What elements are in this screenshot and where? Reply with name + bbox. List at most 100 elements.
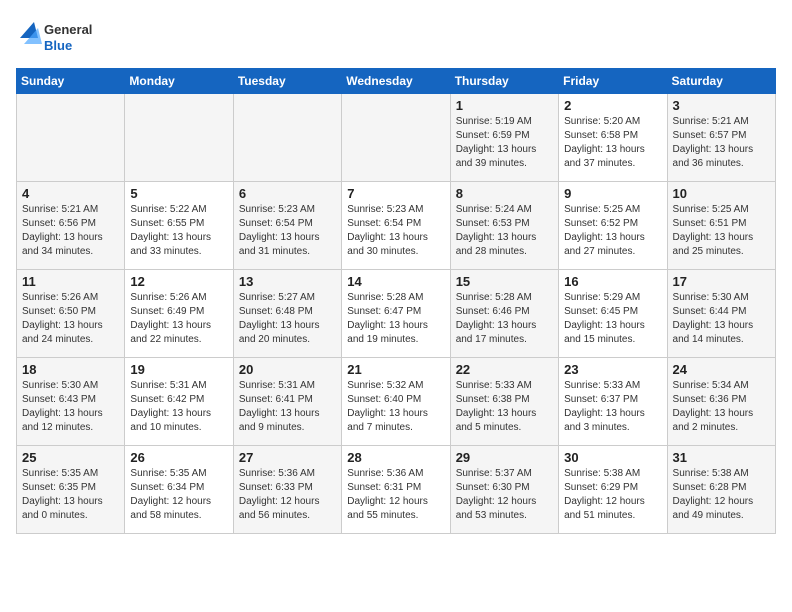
- day-content: Sunrise: 5:36 AM Sunset: 6:31 PM Dayligh…: [347, 467, 444, 523]
- day-content: Sunrise: 5:21 AM Sunset: 6:56 PM Dayligh…: [22, 203, 119, 259]
- day-number: 6: [239, 186, 336, 201]
- day-content: Sunrise: 5:26 AM Sunset: 6:50 PM Dayligh…: [22, 291, 119, 347]
- day-content: Sunrise: 5:25 AM Sunset: 6:51 PM Dayligh…: [673, 203, 770, 259]
- day-number: 17: [673, 274, 770, 289]
- day-content: Sunrise: 5:29 AM Sunset: 6:45 PM Dayligh…: [564, 291, 661, 347]
- calendar-cell: 18 Sunrise: 5:30 AM Sunset: 6:43 PM Dayli…: [17, 358, 125, 446]
- day-content: Sunrise: 5:36 AM Sunset: 6:33 PM Dayligh…: [239, 467, 336, 523]
- day-number: 31: [673, 450, 770, 465]
- calendar-cell: 5 Sunrise: 5:22 AM Sunset: 6:55 PM Daylig…: [125, 182, 233, 270]
- day-number: 3: [673, 98, 770, 113]
- calendar-cell: 9 Sunrise: 5:25 AM Sunset: 6:52 PM Daylig…: [559, 182, 667, 270]
- day-number: 27: [239, 450, 336, 465]
- day-content: Sunrise: 5:37 AM Sunset: 6:30 PM Dayligh…: [456, 467, 553, 523]
- calendar-cell: 23Sunrise: 5:33 AM Sunset: 6:37 PM Dayli…: [559, 358, 667, 446]
- calendar-cell: 1Sunrise: 5:19 AM Sunset: 6:59 PM Daylig…: [450, 94, 558, 182]
- calendar-cell: 29 Sunrise: 5:37 AM Sunset: 6:30 PM Dayli…: [450, 446, 558, 534]
- calendar-cell: 17 Sunrise: 5:30 AM Sunset: 6:44 PM Dayli…: [667, 270, 775, 358]
- day-number: 2: [564, 98, 661, 113]
- day-content: Sunrise: 5:31 AM Sunset: 6:41 PM Dayligh…: [239, 379, 336, 435]
- column-header-saturday: Saturday: [667, 69, 775, 94]
- calendar-cell: 20 Sunrise: 5:31 AM Sunset: 6:41 PM Dayli…: [233, 358, 341, 446]
- day-content: Sunrise: 5:32 AM Sunset: 6:40 PM Dayligh…: [347, 379, 444, 435]
- calendar-cell: 30Sunrise: 5:38 AM Sunset: 6:29 PM Dayli…: [559, 446, 667, 534]
- column-header-thursday: Thursday: [450, 69, 558, 94]
- calendar-cell: 10 Sunrise: 5:25 AM Sunset: 6:51 PM Dayli…: [667, 182, 775, 270]
- day-number: 22: [456, 362, 553, 377]
- day-content: Sunrise: 5:21 AM Sunset: 6:57 PM Dayligh…: [673, 115, 770, 171]
- day-number: 29: [456, 450, 553, 465]
- calendar-cell: 2 Sunrise: 5:20 AM Sunset: 6:58 PM Daylig…: [559, 94, 667, 182]
- day-number: 7: [347, 186, 444, 201]
- calendar-cell: 27 Sunrise: 5:36 AM Sunset: 6:33 PM Dayli…: [233, 446, 341, 534]
- calendar-cell: 21 Sunrise: 5:32 AM Sunset: 6:40 PM Dayli…: [342, 358, 450, 446]
- day-content: Sunrise: 5:28 AM Sunset: 6:46 PM Dayligh…: [456, 291, 553, 347]
- calendar-cell: 28 Sunrise: 5:36 AM Sunset: 6:31 PM Dayli…: [342, 446, 450, 534]
- calendar-cell: 6Sunrise: 5:23 AM Sunset: 6:54 PM Daylig…: [233, 182, 341, 270]
- calendar-week-5: 25Sunrise: 5:35 AM Sunset: 6:35 PM Dayli…: [17, 446, 776, 534]
- svg-text:General: General: [44, 22, 92, 37]
- calendar-cell: 8 Sunrise: 5:24 AM Sunset: 6:53 PM Daylig…: [450, 182, 558, 270]
- day-content: Sunrise: 5:28 AM Sunset: 6:47 PM Dayligh…: [347, 291, 444, 347]
- day-content: Sunrise: 5:27 AM Sunset: 6:48 PM Dayligh…: [239, 291, 336, 347]
- calendar-week-2: 4 Sunrise: 5:21 AM Sunset: 6:56 PM Daylig…: [17, 182, 776, 270]
- day-content: Sunrise: 5:20 AM Sunset: 6:58 PM Dayligh…: [564, 115, 661, 171]
- header-row: SundayMondayTuesdayWednesdayThursdayFrid…: [17, 69, 776, 94]
- day-content: Sunrise: 5:33 AM Sunset: 6:38 PM Dayligh…: [456, 379, 553, 435]
- logo-svg: General Blue: [16, 16, 116, 60]
- calendar-cell: 13 Sunrise: 5:27 AM Sunset: 6:48 PM Dayli…: [233, 270, 341, 358]
- calendar-cell: [17, 94, 125, 182]
- day-number: 11: [22, 274, 119, 289]
- calendar-cell: [342, 94, 450, 182]
- day-content: Sunrise: 5:34 AM Sunset: 6:36 PM Dayligh…: [673, 379, 770, 435]
- calendar-week-1: 1Sunrise: 5:19 AM Sunset: 6:59 PM Daylig…: [17, 94, 776, 182]
- day-number: 16: [564, 274, 661, 289]
- day-number: 9: [564, 186, 661, 201]
- day-content: Sunrise: 5:38 AM Sunset: 6:28 PM Dayligh…: [673, 467, 770, 523]
- day-number: 26: [130, 450, 227, 465]
- calendar-cell: 31 Sunrise: 5:38 AM Sunset: 6:28 PM Dayli…: [667, 446, 775, 534]
- calendar-cell: 14Sunrise: 5:28 AM Sunset: 6:47 PM Dayli…: [342, 270, 450, 358]
- day-content: Sunrise: 5:35 AM Sunset: 6:34 PM Dayligh…: [130, 467, 227, 523]
- day-content: Sunrise: 5:30 AM Sunset: 6:43 PM Dayligh…: [22, 379, 119, 435]
- day-number: 5: [130, 186, 227, 201]
- calendar-cell: 19Sunrise: 5:31 AM Sunset: 6:42 PM Dayli…: [125, 358, 233, 446]
- calendar-cell: [125, 94, 233, 182]
- day-number: 18: [22, 362, 119, 377]
- day-number: 8: [456, 186, 553, 201]
- calendar-cell: 25Sunrise: 5:35 AM Sunset: 6:35 PM Dayli…: [17, 446, 125, 534]
- day-content: Sunrise: 5:24 AM Sunset: 6:53 PM Dayligh…: [456, 203, 553, 259]
- column-header-monday: Monday: [125, 69, 233, 94]
- day-content: Sunrise: 5:25 AM Sunset: 6:52 PM Dayligh…: [564, 203, 661, 259]
- column-header-tuesday: Tuesday: [233, 69, 341, 94]
- calendar-cell: 24Sunrise: 5:34 AM Sunset: 6:36 PM Dayli…: [667, 358, 775, 446]
- day-content: Sunrise: 5:35 AM Sunset: 6:35 PM Dayligh…: [22, 467, 119, 523]
- header: General Blue: [16, 16, 776, 60]
- day-number: 20: [239, 362, 336, 377]
- day-content: Sunrise: 5:31 AM Sunset: 6:42 PM Dayligh…: [130, 379, 227, 435]
- calendar-cell: 12Sunrise: 5:26 AM Sunset: 6:49 PM Dayli…: [125, 270, 233, 358]
- calendar-cell: 22 Sunrise: 5:33 AM Sunset: 6:38 PM Dayli…: [450, 358, 558, 446]
- column-header-friday: Friday: [559, 69, 667, 94]
- calendar-cell: 15 Sunrise: 5:28 AM Sunset: 6:46 PM Dayli…: [450, 270, 558, 358]
- day-content: Sunrise: 5:33 AM Sunset: 6:37 PM Dayligh…: [564, 379, 661, 435]
- calendar-week-3: 11 Sunrise: 5:26 AM Sunset: 6:50 PM Dayli…: [17, 270, 776, 358]
- day-number: 10: [673, 186, 770, 201]
- calendar-cell: 16 Sunrise: 5:29 AM Sunset: 6:45 PM Dayli…: [559, 270, 667, 358]
- calendar-cell: 11 Sunrise: 5:26 AM Sunset: 6:50 PM Dayli…: [17, 270, 125, 358]
- day-content: Sunrise: 5:19 AM Sunset: 6:59 PM Dayligh…: [456, 115, 553, 171]
- calendar-cell: 4 Sunrise: 5:21 AM Sunset: 6:56 PM Daylig…: [17, 182, 125, 270]
- day-number: 28: [347, 450, 444, 465]
- day-content: Sunrise: 5:38 AM Sunset: 6:29 PM Dayligh…: [564, 467, 661, 523]
- calendar-cell: 7Sunrise: 5:23 AM Sunset: 6:54 PM Daylig…: [342, 182, 450, 270]
- svg-text:Blue: Blue: [44, 38, 72, 53]
- day-number: 21: [347, 362, 444, 377]
- calendar-week-4: 18 Sunrise: 5:30 AM Sunset: 6:43 PM Dayli…: [17, 358, 776, 446]
- day-content: Sunrise: 5:30 AM Sunset: 6:44 PM Dayligh…: [673, 291, 770, 347]
- day-number: 13: [239, 274, 336, 289]
- day-number: 15: [456, 274, 553, 289]
- day-content: Sunrise: 5:22 AM Sunset: 6:55 PM Dayligh…: [130, 203, 227, 259]
- day-number: 4: [22, 186, 119, 201]
- calendar-cell: [233, 94, 341, 182]
- column-header-wednesday: Wednesday: [342, 69, 450, 94]
